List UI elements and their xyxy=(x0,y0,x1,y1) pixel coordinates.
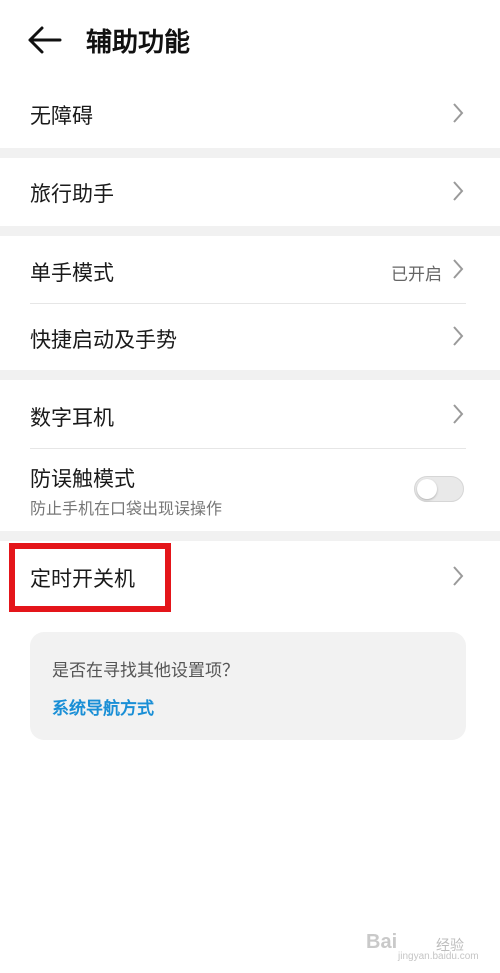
chevron-right-icon xyxy=(453,326,464,346)
chevron-right-icon xyxy=(453,566,464,586)
list-item-label: 旅行助手 xyxy=(30,182,114,206)
list-item-scheduled-power[interactable]: 定时开关机 xyxy=(0,541,500,611)
section-separator xyxy=(0,531,500,541)
list-item-subtitle: 防止手机在口袋出现误操作 xyxy=(30,499,223,518)
section-separator xyxy=(0,226,500,236)
watermark-url: jingyan.baidu.com xyxy=(398,951,479,962)
list-item-digital-earphone[interactable]: 数字耳机 xyxy=(0,380,500,448)
toggle-knob xyxy=(417,479,437,499)
chevron-right-icon xyxy=(453,103,464,123)
list-item-label: 数字耳机 xyxy=(30,406,114,430)
list-item-mistouch-mode: 防误触模式 防止手机在口袋出现误操作 xyxy=(0,449,500,531)
list-item-label: 无障碍 xyxy=(30,104,93,128)
page-title: 辅助功能 xyxy=(86,28,191,58)
list-item-label: 快捷启动及手势 xyxy=(30,328,177,352)
chevron-right-icon xyxy=(453,259,464,279)
system-navigation-link[interactable]: 系统导航方式 xyxy=(52,694,154,719)
list-item-label: 单手模式 xyxy=(30,261,114,285)
section-separator xyxy=(0,370,500,380)
back-arrow-icon[interactable] xyxy=(26,24,66,56)
suggestion-card: 是否在寻找其他设置项？ 系统导航方式 xyxy=(30,632,466,740)
chevron-right-icon xyxy=(453,181,464,201)
watermark: Bai 经验 jingyan.baidu.com xyxy=(366,925,486,965)
list-item-label: 定时开关机 xyxy=(30,567,135,591)
suggestion-question: 是否在寻找其他设置项？ xyxy=(52,661,239,681)
list-item-accessibility[interactable]: 无障碍 xyxy=(0,78,500,148)
list-item-one-hand-mode[interactable]: 单手模式 已开启 xyxy=(0,236,500,303)
list-item-label: 防误触模式 xyxy=(30,467,135,491)
watermark-brand: Bai xyxy=(366,931,398,953)
status-text: 已开启 xyxy=(391,265,442,285)
mistouch-toggle[interactable] xyxy=(414,476,464,502)
title-bar: 辅助功能 xyxy=(0,0,500,78)
chevron-right-icon xyxy=(453,404,464,424)
list-item-shortcuts-gestures[interactable]: 快捷启动及手势 xyxy=(0,304,500,370)
section-separator xyxy=(0,148,500,158)
list-item-travel-assistant[interactable]: 旅行助手 xyxy=(0,158,500,226)
